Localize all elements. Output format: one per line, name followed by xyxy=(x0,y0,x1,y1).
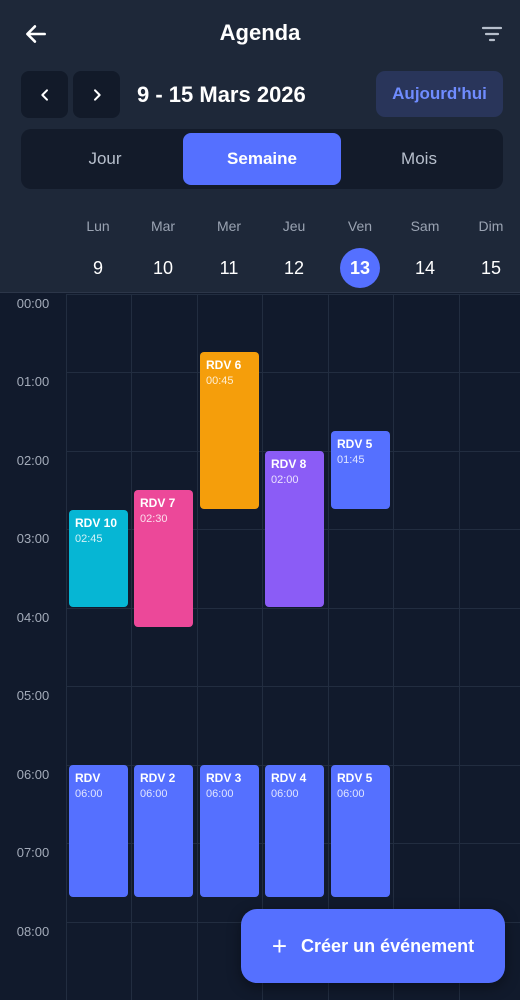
day-number: 14 xyxy=(414,258,436,278)
event-card[interactable]: RDV 4 06:00 xyxy=(265,765,324,897)
event-card[interactable]: RDV 6 00:45 xyxy=(200,352,259,509)
event-time: 06:00 xyxy=(337,788,365,800)
day-number: 15 xyxy=(480,258,502,278)
hour-label: 08:00 xyxy=(16,924,50,939)
day-name: Jeu xyxy=(282,218,306,234)
event-card[interactable]: RDV 06:00 xyxy=(69,765,128,897)
event-title: RDV 5 xyxy=(337,771,373,785)
day-number: 11 xyxy=(219,258,239,278)
day-header-mon[interactable]: Lun 9 xyxy=(70,216,126,288)
hour-label: 03:00 xyxy=(16,531,50,546)
filter-button[interactable] xyxy=(474,16,510,52)
next-week-button[interactable] xyxy=(73,71,120,118)
tab-week[interactable]: Semaine xyxy=(183,133,341,185)
tab-day[interactable]: Jour xyxy=(25,133,185,185)
top-bar: Agenda xyxy=(0,0,520,66)
day-separator xyxy=(459,294,460,1000)
event-time: 02:00 xyxy=(271,474,299,486)
day-header-tue[interactable]: Mar 10 xyxy=(135,216,191,288)
hour-label: 05:00 xyxy=(16,688,50,703)
day-name: Dim xyxy=(478,218,504,234)
event-card[interactable]: RDV 7 02:30 xyxy=(134,490,193,627)
event-title: RDV xyxy=(75,771,101,785)
event-time: 06:00 xyxy=(271,788,299,800)
hour-label: 00:00 xyxy=(16,296,50,311)
day-name: Sam xyxy=(410,218,440,234)
event-title: RDV 3 xyxy=(206,771,242,785)
date-range-label: 9 - 15 Mars 2026 xyxy=(137,82,306,107)
create-event-button[interactable]: + Créer un événement xyxy=(241,909,505,983)
event-time: 00:45 xyxy=(206,375,234,387)
day-separator xyxy=(262,294,263,1000)
day-name: Ven xyxy=(347,218,373,234)
day-separator xyxy=(131,294,132,1000)
event-card[interactable]: RDV 10 02:45 xyxy=(69,510,128,607)
event-title: RDV 2 xyxy=(140,771,176,785)
hour-label: 04:00 xyxy=(16,610,50,625)
day-separator xyxy=(393,294,394,1000)
create-event-label: Créer un événement xyxy=(301,935,475,956)
event-card[interactable]: RDV 8 02:00 xyxy=(265,451,324,607)
day-number: 10 xyxy=(152,258,174,278)
day-number-current: 13 xyxy=(340,248,380,288)
day-header-sat[interactable]: Sam 14 xyxy=(397,216,453,288)
event-title: RDV 10 xyxy=(75,516,118,530)
day-name: Mer xyxy=(216,218,242,234)
event-time: 06:00 xyxy=(140,788,168,800)
event-card[interactable]: RDV 3 06:00 xyxy=(200,765,259,897)
event-title: RDV 4 xyxy=(271,771,307,785)
day-separator xyxy=(197,294,198,1000)
week-time-grid[interactable]: 00:00 01:00 02:00 03:00 04:00 05:00 06:0… xyxy=(0,294,520,1000)
day-separator xyxy=(66,294,67,1000)
day-name: Mar xyxy=(150,218,176,234)
day-number: 9 xyxy=(92,258,103,278)
day-header-fri[interactable]: Ven 13 xyxy=(332,216,388,288)
chevron-right-icon xyxy=(93,88,101,101)
day-header-wed[interactable]: Mer 11 xyxy=(201,216,257,288)
hour-label: 02:00 xyxy=(16,453,50,468)
event-title: RDV 7 xyxy=(140,496,176,510)
event-time: 06:00 xyxy=(75,788,103,800)
day-number: 12 xyxy=(283,258,305,278)
hour-label: 07:00 xyxy=(16,845,50,860)
event-title: RDV 6 xyxy=(206,358,242,372)
event-card[interactable]: RDV 5 01:45 xyxy=(331,431,390,509)
view-mode-switcher: Jour Semaine Mois xyxy=(21,129,503,189)
event-time: 02:30 xyxy=(140,513,168,525)
event-time: 06:00 xyxy=(206,788,234,800)
event-time: 01:45 xyxy=(337,454,365,466)
agenda-header: Agenda 9 - 15 Mars 2026 Aujourd'hui Jour… xyxy=(0,0,520,293)
event-title: RDV 5 xyxy=(337,437,373,451)
hour-label: 06:00 xyxy=(16,767,50,782)
filter-icon xyxy=(481,26,503,42)
day-name: Lun xyxy=(86,218,110,234)
day-header-thu[interactable]: Jeu 12 xyxy=(266,216,322,288)
event-time: 02:45 xyxy=(75,533,103,545)
plus-icon: + xyxy=(271,931,288,961)
today-button[interactable]: Aujourd'hui xyxy=(376,71,503,117)
day-header-sun[interactable]: Dim 15 xyxy=(463,216,519,288)
hour-line xyxy=(66,294,520,295)
event-title: RDV 8 xyxy=(271,457,307,471)
chevron-left-icon xyxy=(40,88,48,101)
hour-line xyxy=(66,372,520,373)
page-title: Agenda xyxy=(219,20,301,45)
hour-label: 01:00 xyxy=(16,374,50,389)
hour-line xyxy=(66,686,520,687)
previous-week-button[interactable] xyxy=(21,71,68,118)
tab-month[interactable]: Mois xyxy=(339,133,499,185)
event-card[interactable]: RDV 2 06:00 xyxy=(134,765,193,897)
event-card[interactable]: RDV 5 06:00 xyxy=(331,765,390,897)
day-separator xyxy=(328,294,329,1000)
